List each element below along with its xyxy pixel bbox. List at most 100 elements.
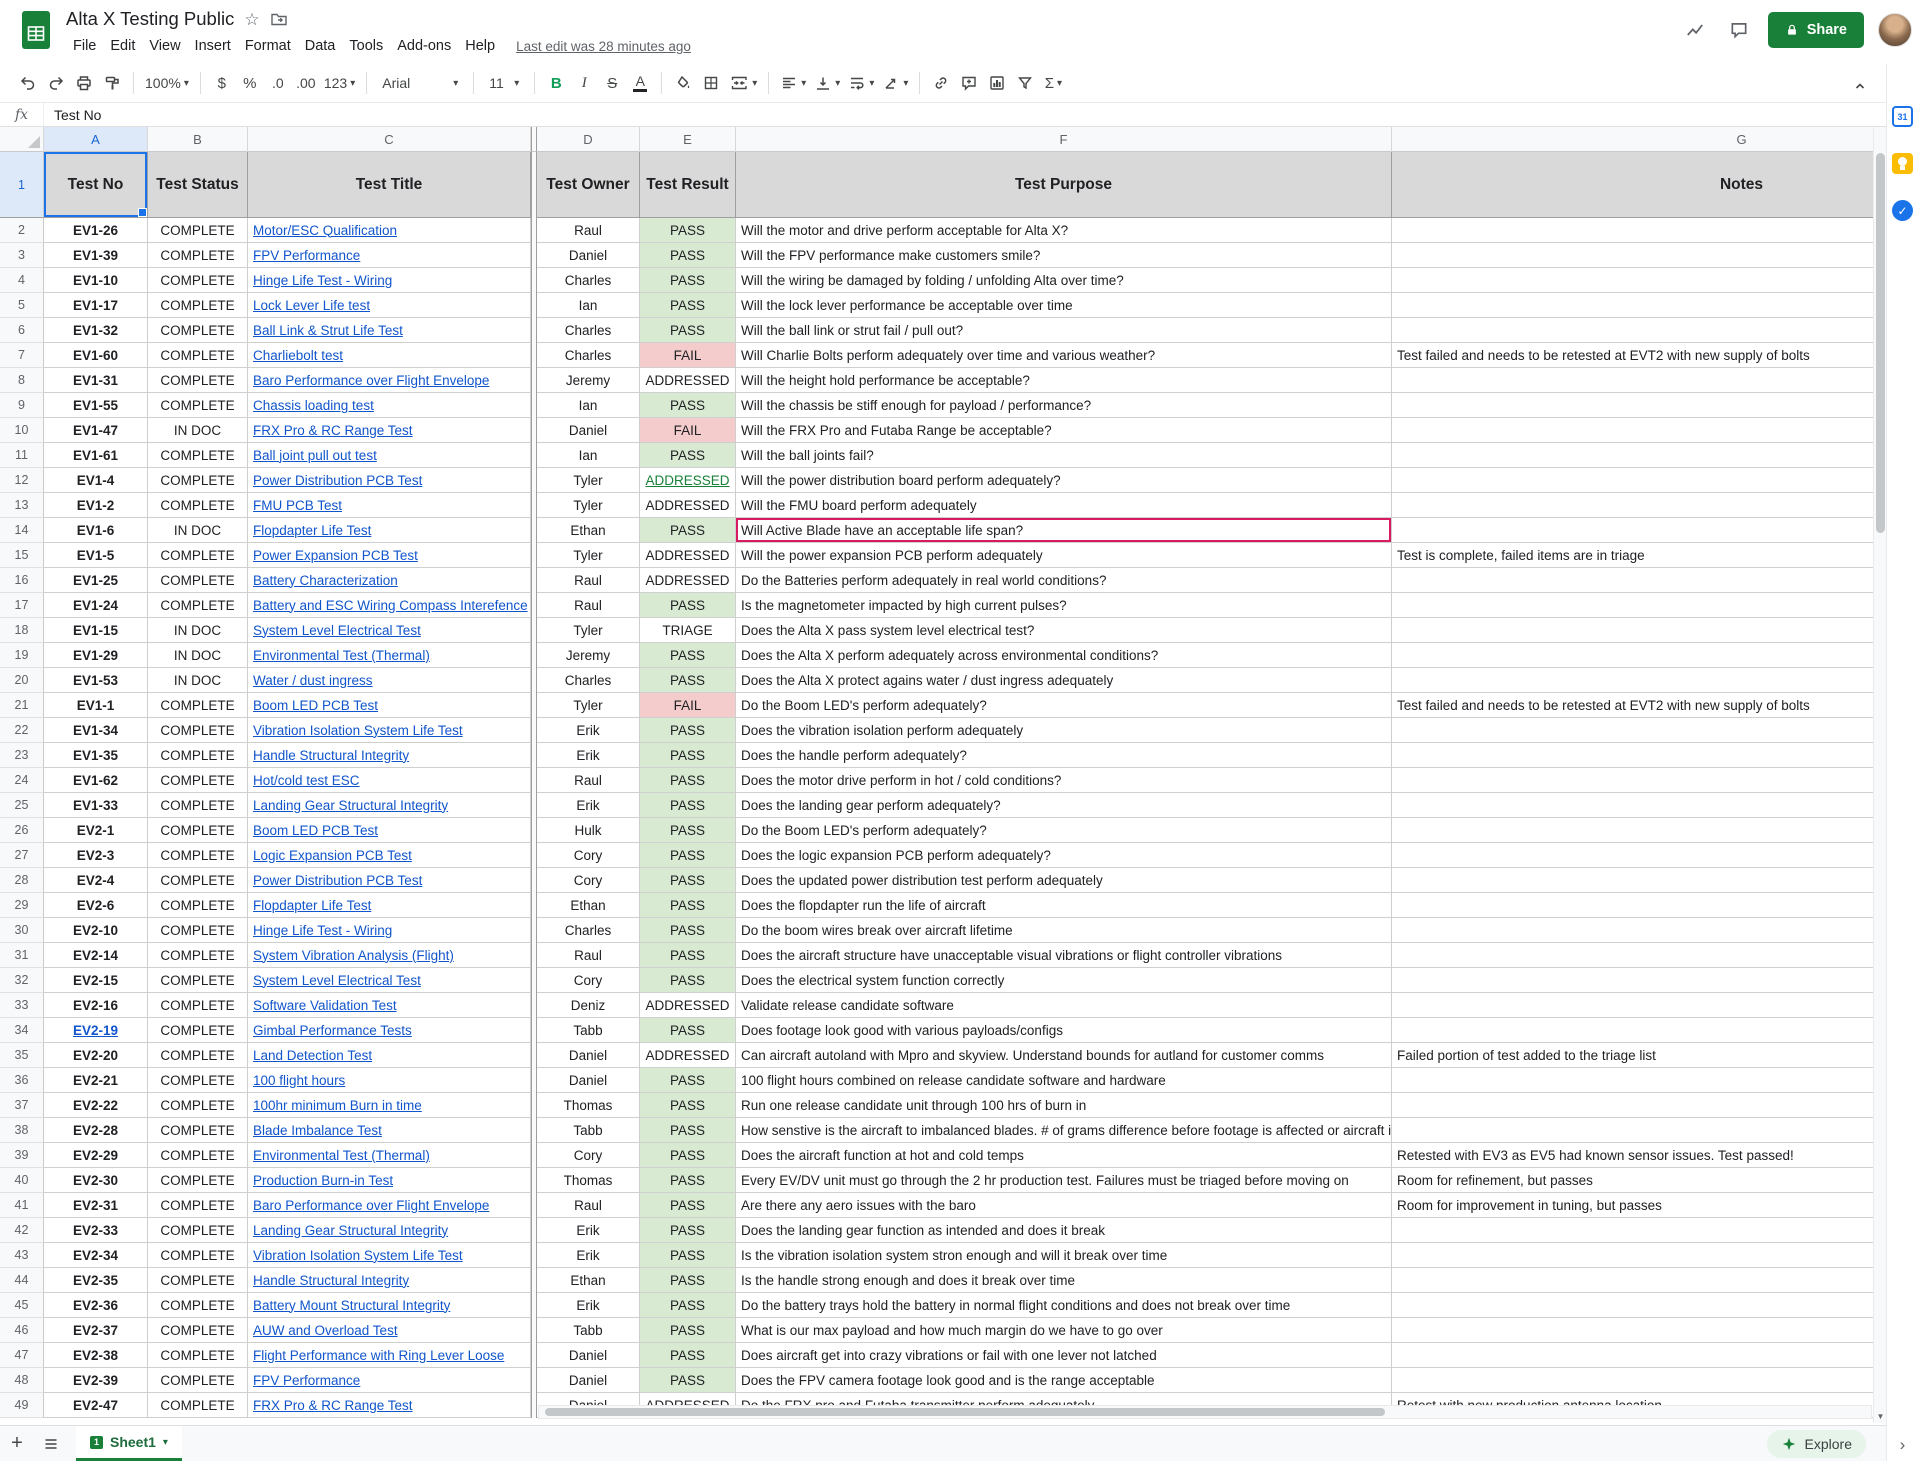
cell-notes[interactable]: [1392, 718, 1890, 743]
cell-test-purpose[interactable]: Does the flopdapter run the life of airc…: [736, 893, 1392, 918]
cell-test-status[interactable]: COMPLETE: [148, 1018, 248, 1043]
cell-test-purpose[interactable]: Does the Alta X protect agains water / d…: [736, 668, 1392, 693]
cell-test-purpose[interactable]: Do the battery trays hold the battery in…: [736, 1293, 1392, 1318]
row-header[interactable]: 26: [0, 818, 44, 843]
cell-notes[interactable]: [1392, 418, 1890, 443]
cell-test-title[interactable]: Battery and ESC Wiring Compass Interefen…: [248, 593, 531, 618]
cell-test-owner[interactable]: Thomas: [537, 1168, 640, 1193]
sheet-tab[interactable]: 1 Sheet1 ▾: [76, 1426, 182, 1461]
cell-test-owner[interactable]: Tabb: [537, 1118, 640, 1143]
last-edit-link[interactable]: Last edit was 28 minutes ago: [516, 39, 691, 54]
cell-test-no[interactable]: EV1-6: [44, 518, 148, 543]
cell-test-no[interactable]: EV1-62: [44, 768, 148, 793]
cell-test-owner[interactable]: Jeremy: [537, 643, 640, 668]
cell-notes[interactable]: Test failed and needs to be retested at …: [1392, 693, 1890, 718]
cell-test-status[interactable]: COMPLETE: [148, 543, 248, 568]
text-color-button[interactable]: A: [626, 69, 654, 97]
borders-button[interactable]: [697, 69, 725, 97]
italic-button[interactable]: I: [570, 69, 598, 97]
cell-test-no[interactable]: EV2-36: [44, 1293, 148, 1318]
cell-test-owner[interactable]: Tyler: [537, 618, 640, 643]
cell-test-owner[interactable]: Raul: [537, 943, 640, 968]
cell-test-owner[interactable]: Erik: [537, 1218, 640, 1243]
cell-test-owner[interactable]: Daniel: [537, 1343, 640, 1368]
cell-test-title[interactable]: Baro Performance over Flight Envelope: [248, 368, 531, 393]
cell-notes[interactable]: [1392, 818, 1890, 843]
cell-test-purpose[interactable]: Will the lock lever performance be accep…: [736, 293, 1392, 318]
cell-test-no[interactable]: EV2-4: [44, 868, 148, 893]
cell-notes[interactable]: [1392, 518, 1890, 543]
cell-test-result[interactable]: PASS: [640, 1093, 736, 1118]
cell-header-test-result[interactable]: Test Result: [640, 152, 736, 218]
add-sheet-button[interactable]: +: [0, 1427, 34, 1461]
cell-test-purpose[interactable]: Does the logic expansion PCB perform ade…: [736, 843, 1392, 868]
row-header[interactable]: 24: [0, 768, 44, 793]
cell-test-owner[interactable]: Ethan: [537, 893, 640, 918]
cell-test-purpose[interactable]: What is our max payload and how much mar…: [736, 1318, 1392, 1343]
keep-icon[interactable]: [1892, 153, 1913, 174]
cell-test-status[interactable]: COMPLETE: [148, 1168, 248, 1193]
cell-test-title[interactable]: Chassis loading test: [248, 393, 531, 418]
cell-test-status[interactable]: COMPLETE: [148, 1043, 248, 1068]
row-header[interactable]: 37: [0, 1093, 44, 1118]
cell-test-no[interactable]: EV1-53: [44, 668, 148, 693]
row-header[interactable]: 13: [0, 493, 44, 518]
row-header[interactable]: 23: [0, 743, 44, 768]
row-header[interactable]: 16: [0, 568, 44, 593]
row-header[interactable]: 14: [0, 518, 44, 543]
row-header[interactable]: 47: [0, 1343, 44, 1368]
cell-test-result[interactable]: PASS: [640, 643, 736, 668]
cell-test-result[interactable]: FAIL: [640, 418, 736, 443]
cell-header-test-no[interactable]: Test No: [44, 152, 148, 218]
cell-notes[interactable]: Failed portion of test added to the tria…: [1392, 1043, 1890, 1068]
cell-test-purpose[interactable]: Will the ball joints fail?: [736, 443, 1392, 468]
cell-test-status[interactable]: COMPLETE: [148, 243, 248, 268]
cell-test-purpose[interactable]: Will the ball link or strut fail / pull …: [736, 318, 1392, 343]
row-header[interactable]: 1: [0, 152, 44, 218]
move-folder-icon[interactable]: [270, 10, 288, 28]
cell-notes[interactable]: [1392, 1368, 1890, 1393]
menu-edit[interactable]: Edit: [103, 36, 142, 56]
cell-test-status[interactable]: COMPLETE: [148, 1118, 248, 1143]
cell-test-status[interactable]: COMPLETE: [148, 693, 248, 718]
cell-test-purpose[interactable]: Will the wiring be damaged by folding / …: [736, 268, 1392, 293]
cell-test-no[interactable]: EV2-16: [44, 993, 148, 1018]
cell-notes[interactable]: [1392, 1068, 1890, 1093]
cell-test-no[interactable]: EV1-15: [44, 618, 148, 643]
row-header[interactable]: 17: [0, 593, 44, 618]
cell-test-title[interactable]: Land Detection Test: [248, 1043, 531, 1068]
cell-test-status[interactable]: COMPLETE: [148, 393, 248, 418]
cell-test-title[interactable]: Vibration Isolation System Life Test: [248, 718, 531, 743]
calendar-icon[interactable]: 31: [1892, 106, 1913, 127]
cell-test-no[interactable]: EV2-19: [44, 1018, 148, 1043]
cell-notes[interactable]: Room for refinement, but passes: [1392, 1168, 1890, 1193]
cell-test-result[interactable]: PASS: [640, 818, 736, 843]
cell-test-status[interactable]: COMPLETE: [148, 1293, 248, 1318]
cell-test-result[interactable]: PASS: [640, 293, 736, 318]
cell-notes[interactable]: [1392, 793, 1890, 818]
cell-test-title[interactable]: FRX Pro & RC Range Test: [248, 418, 531, 443]
cell-test-result[interactable]: PASS: [640, 593, 736, 618]
cell-test-status[interactable]: IN DOC: [148, 643, 248, 668]
cell-test-owner[interactable]: Tyler: [537, 693, 640, 718]
cell-test-result[interactable]: ADDRESSED: [640, 543, 736, 568]
cell-notes[interactable]: [1392, 218, 1890, 243]
cell-test-status[interactable]: COMPLETE: [148, 568, 248, 593]
cell-test-result[interactable]: PASS: [640, 1368, 736, 1393]
comments-icon[interactable]: [1724, 15, 1754, 45]
cell-test-result[interactable]: PASS: [640, 243, 736, 268]
row-header[interactable]: 3: [0, 243, 44, 268]
star-icon[interactable]: ☆: [244, 11, 259, 28]
cell-notes[interactable]: [1392, 443, 1890, 468]
cell-test-status[interactable]: IN DOC: [148, 418, 248, 443]
cell-notes[interactable]: [1392, 1093, 1890, 1118]
cell-notes[interactable]: Test failed and needs to be retested at …: [1392, 343, 1890, 368]
menu-file[interactable]: File: [66, 36, 103, 56]
cell-notes[interactable]: Test is complete, failed items are in tr…: [1392, 543, 1890, 568]
cell-notes[interactable]: [1392, 943, 1890, 968]
cell-test-purpose[interactable]: Will Charlie Bolts perform adequately ov…: [736, 343, 1392, 368]
vertical-scrollbar-thumb[interactable]: [1876, 153, 1885, 533]
cell-test-no[interactable]: EV2-29: [44, 1143, 148, 1168]
cell-notes[interactable]: [1392, 1343, 1890, 1368]
row-header[interactable]: 7: [0, 343, 44, 368]
